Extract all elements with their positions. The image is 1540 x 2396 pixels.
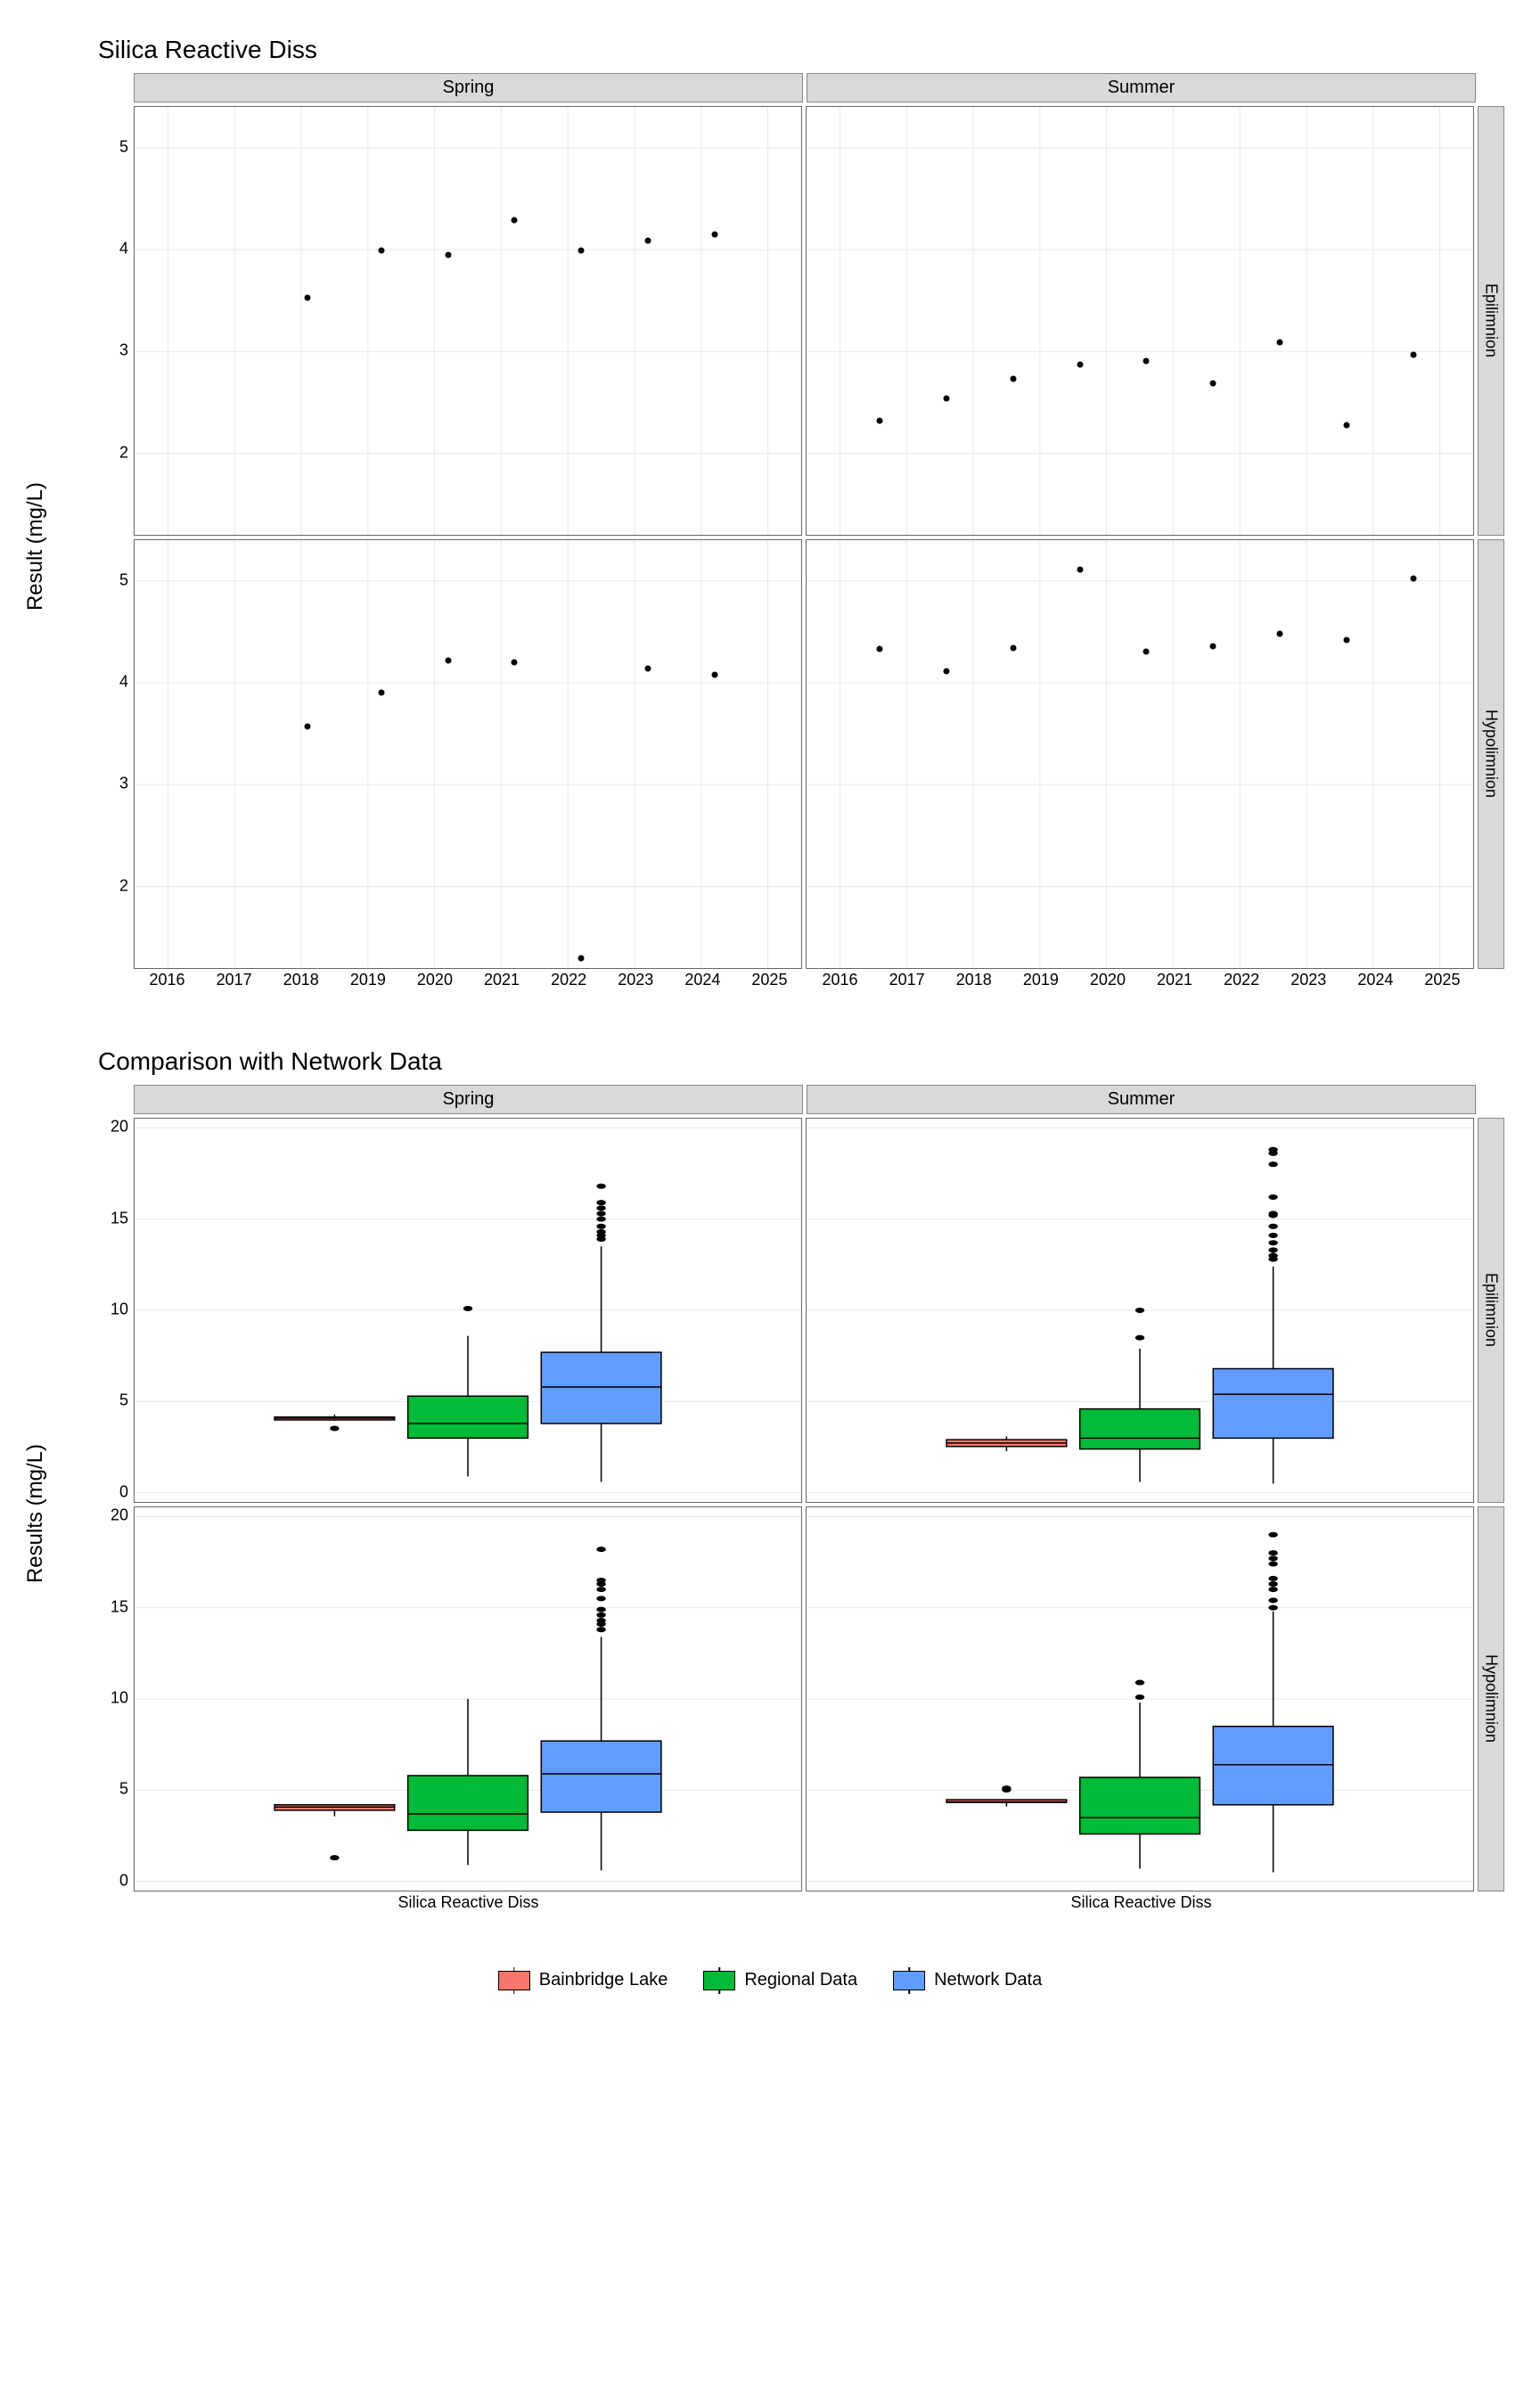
data-point: [578, 955, 585, 961]
scatter-panel: [134, 539, 802, 969]
chart2-ylabel: Results (mg/L): [23, 1443, 48, 1582]
data-point: [512, 660, 518, 666]
data-point: [1210, 643, 1216, 649]
data-point: [944, 669, 950, 675]
data-point: [1010, 376, 1016, 382]
scatter-facet-chart: Silica Reactive Diss Result (mg/L) Sprin…: [36, 36, 1504, 994]
data-point: [578, 248, 585, 254]
legend-label: Bainbridge Lake: [539, 1970, 668, 1990]
boxplot-panel: [134, 1118, 802, 1503]
data-point: [445, 657, 451, 663]
data-point: [1143, 357, 1150, 364]
col-strip-summer2: Summer: [807, 1085, 1476, 1114]
data-point: [305, 294, 311, 300]
chart2-title: Comparison with Network Data: [98, 1047, 1504, 1076]
scatter-panel: [806, 539, 1474, 969]
row-strip-label: Hypolimnion: [1482, 710, 1501, 798]
legend-item-network: Network Data: [893, 1970, 1042, 1990]
data-point: [1343, 422, 1349, 428]
legend-item-bainbridge: Bainbridge Lake: [498, 1970, 668, 1990]
row-strip-label: Epilimnion: [1482, 283, 1501, 357]
data-point: [644, 666, 651, 672]
data-point: [512, 217, 518, 223]
data-point: [711, 231, 717, 237]
legend-label: Network Data: [934, 1970, 1042, 1990]
legend: Bainbridge Lake Regional Data Network Da…: [36, 1970, 1504, 1990]
data-point: [644, 237, 651, 243]
chart2-grid: Results (mg/L) Spring Summer 05101520Epi…: [36, 1085, 1504, 1916]
data-point: [1410, 576, 1416, 582]
data-point: [877, 418, 883, 424]
data-point: [1277, 631, 1283, 637]
data-point: [1077, 567, 1083, 573]
data-point: [711, 671, 717, 677]
data-point: [1210, 380, 1216, 386]
data-point: [378, 248, 384, 254]
data-point: [378, 690, 384, 696]
data-point: [944, 395, 950, 401]
row-strip-label: Hypolimnion: [1482, 1654, 1501, 1743]
data-point: [305, 724, 311, 730]
row-strip-label: Epilimnion: [1482, 1273, 1501, 1347]
chart2-col-strips: Spring Summer: [98, 1085, 1504, 1114]
legend-item-regional: Regional Data: [703, 1970, 857, 1990]
boxplot-panel: [806, 1118, 1474, 1503]
scatter-panel: [134, 106, 802, 536]
col-strip-spring: Spring: [134, 73, 803, 103]
chart1-col-strips: Spring Summer: [98, 73, 1504, 103]
chart1-ylabel: Result (mg/L): [23, 481, 48, 610]
col-strip-spring2: Spring: [134, 1085, 803, 1114]
boxplot-panel: [134, 1506, 802, 1891]
data-point: [1010, 645, 1016, 652]
col-strip-summer: Summer: [807, 73, 1476, 103]
boxplot-facet-chart: Comparison with Network Data Results (mg…: [36, 1047, 1504, 1916]
data-point: [445, 251, 451, 258]
chart1-grid: Result (mg/L) Spring Summer 2345Epilimni…: [36, 73, 1504, 994]
data-point: [1077, 362, 1083, 368]
data-point: [1277, 340, 1283, 346]
chart1-title: Silica Reactive Diss: [98, 36, 1504, 64]
legend-label: Regional Data: [744, 1970, 857, 1990]
scatter-panel: [806, 106, 1474, 536]
boxplot-panel: [806, 1506, 1474, 1891]
data-point: [1410, 351, 1416, 357]
data-point: [877, 646, 883, 652]
data-point: [1143, 648, 1150, 654]
data-point: [1343, 637, 1349, 644]
